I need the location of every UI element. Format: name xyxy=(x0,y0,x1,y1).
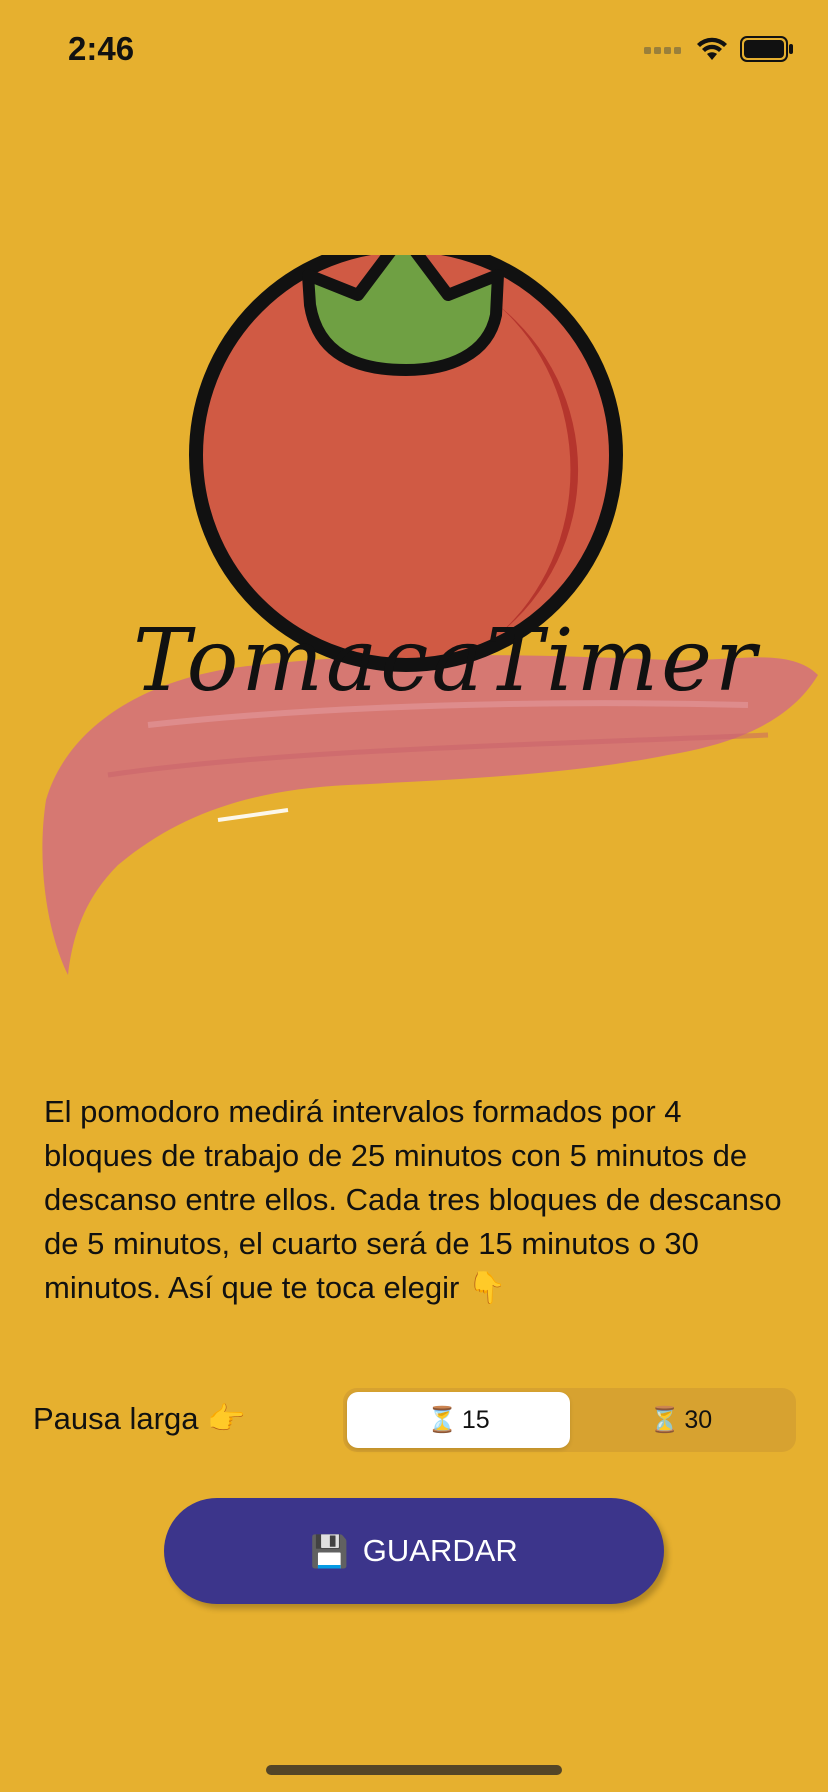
segment-30-minutes[interactable]: ⏳ 30 xyxy=(570,1392,793,1448)
long-break-setting: Pausa larga 👉 ⏳ 15 ⏳ 30 xyxy=(0,1388,828,1452)
wifi-icon xyxy=(697,37,727,60)
tomato-logo-image: TomacaTimer xyxy=(42,229,818,975)
cellular-signal-icon xyxy=(644,47,681,54)
long-break-segmented-control[interactable]: ⏳ 15 ⏳ 30 xyxy=(343,1388,796,1452)
app-logo: TomacaTimer xyxy=(28,229,818,1005)
battery-icon xyxy=(740,36,793,62)
save-button-label: GUARDAR xyxy=(362,1533,518,1568)
segment-value: 30 xyxy=(684,1405,713,1434)
pomodoro-description: El pomodoro medirá intervalos formados p… xyxy=(44,1094,782,1305)
status-icons xyxy=(644,36,794,62)
hourglass-icon: ⏳ xyxy=(426,1405,458,1434)
hourglass-icon: ⏳ xyxy=(649,1405,681,1434)
floppy-disk-icon: 💾 xyxy=(310,1533,349,1569)
svg-text:TomacaTimer: TomacaTimer xyxy=(133,611,761,711)
status-time: 2:46 xyxy=(68,30,135,67)
home-indicator[interactable] xyxy=(266,1765,562,1775)
segment-value: 15 xyxy=(461,1405,490,1434)
save-button[interactable]: 💾 GUARDAR xyxy=(164,1498,664,1604)
long-break-label: Pausa larga 👉 xyxy=(33,1401,246,1436)
status-bar: 2:46 xyxy=(0,0,828,100)
segment-15-minutes[interactable]: ⏳ 15 xyxy=(347,1392,570,1448)
